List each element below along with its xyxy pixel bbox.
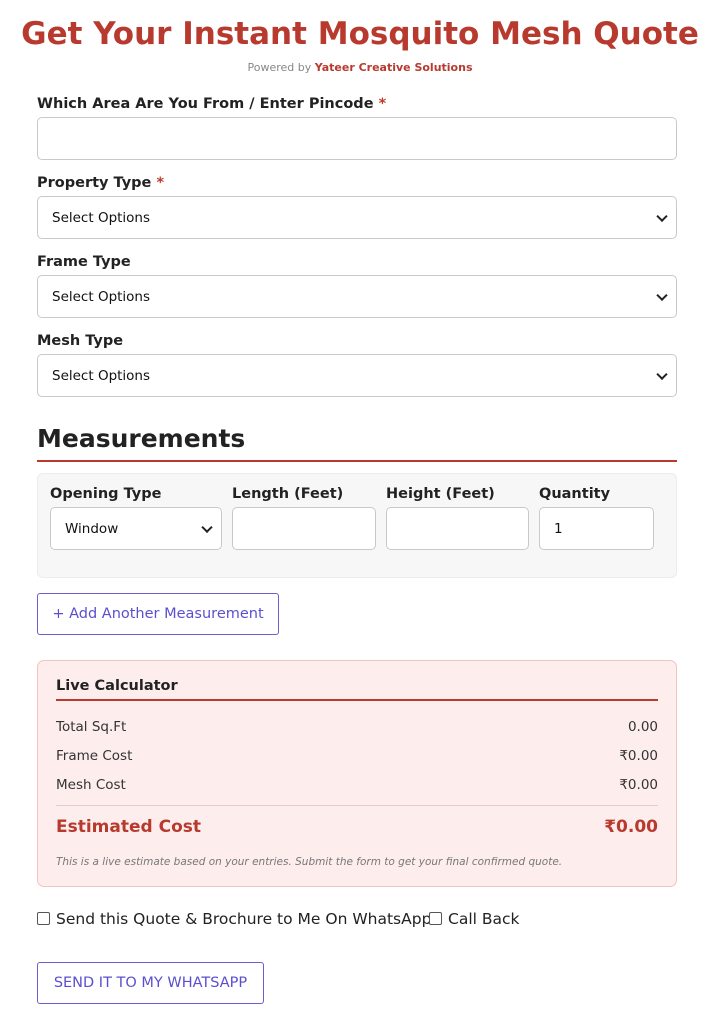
calculator-title: Live Calculator — [56, 678, 178, 694]
area-label-text: Which Area Are You From / Enter Pincode — [37, 96, 374, 112]
calculator-divider — [56, 699, 658, 701]
calc-separator — [56, 805, 658, 806]
powered-by: Powered by Yateer Creative Solutions — [0, 61, 720, 74]
height-input[interactable] — [386, 507, 529, 550]
quantity-label: Quantity — [539, 486, 611, 502]
calc-row-label: Mesh Cost — [56, 777, 126, 793]
property-type-label-text: Property Type — [37, 175, 152, 191]
quantity-input[interactable]: 1 — [539, 507, 654, 550]
measurements-heading: Measurements — [37, 424, 246, 453]
chevron-down-icon — [201, 521, 213, 533]
required-mark: * — [378, 96, 387, 112]
calc-row-value: ₹0.00 — [619, 777, 658, 793]
property-type-selected: Select Options — [52, 209, 151, 226]
property-type-select[interactable]: Select Options — [37, 196, 677, 239]
area-label: Which Area Are You From / Enter Pincode … — [37, 96, 386, 112]
measurements-divider — [37, 460, 677, 462]
calc-row-value: 0.00 — [627, 719, 658, 735]
opening-type-selected: Window — [65, 520, 119, 537]
mesh-type-label: Mesh Type — [37, 333, 124, 349]
mesh-type-select[interactable]: Select Options — [37, 354, 677, 397]
length-label: Length (Feet) — [232, 486, 344, 502]
estimated-cost-value: ₹0.00 — [604, 817, 658, 837]
powered-prefix: Powered by — [247, 61, 312, 74]
calc-row-total-sqft: Total Sq.Ft 0.00 — [56, 719, 658, 735]
callback-checkbox[interactable] — [429, 912, 442, 925]
whatsapp-checkbox[interactable] — [37, 912, 50, 925]
frame-type-label: Frame Type — [37, 254, 131, 270]
brand-link[interactable]: Yateer Creative Solutions — [315, 61, 473, 74]
required-mark: * — [156, 175, 165, 191]
calc-row-value: ₹0.00 — [619, 748, 658, 764]
opening-type-label: Opening Type — [50, 486, 162, 502]
calculator-note: This is a live estimate based on your en… — [56, 856, 563, 868]
pincode-input[interactable] — [37, 117, 677, 160]
calc-row-frame-cost: Frame Cost ₹0.00 — [56, 748, 658, 764]
calc-row-label: Total Sq.Ft — [56, 719, 127, 735]
property-type-label: Property Type * — [37, 175, 164, 191]
chevron-down-icon — [656, 289, 668, 301]
send-whatsapp-button[interactable]: SEND IT TO MY WHATSAPP — [37, 962, 264, 1004]
mesh-type-selected: Select Options — [52, 367, 151, 384]
estimated-cost-row: Estimated Cost ₹0.00 — [56, 817, 658, 837]
callback-checkbox-label[interactable]: Call Back — [448, 910, 520, 928]
height-label: Height (Feet) — [386, 486, 495, 502]
opening-type-select[interactable]: Window — [50, 507, 222, 550]
quantity-value: 1 — [554, 520, 563, 537]
estimated-cost-label: Estimated Cost — [56, 817, 202, 837]
page-title: Get Your Instant Mosquito Mesh Quote — [21, 16, 699, 52]
frame-type-selected: Select Options — [52, 288, 151, 305]
calc-row-mesh-cost: Mesh Cost ₹0.00 — [56, 777, 658, 793]
calc-row-label: Frame Cost — [56, 748, 133, 764]
live-calculator-panel — [37, 660, 677, 887]
whatsapp-checkbox-label[interactable]: Send this Quote & Brochure to Me On What… — [56, 910, 431, 928]
chevron-down-icon — [656, 368, 668, 380]
frame-type-select[interactable]: Select Options — [37, 275, 677, 318]
chevron-down-icon — [656, 210, 668, 222]
add-measurement-button[interactable]: + Add Another Measurement — [37, 593, 279, 635]
length-input[interactable] — [232, 507, 376, 550]
